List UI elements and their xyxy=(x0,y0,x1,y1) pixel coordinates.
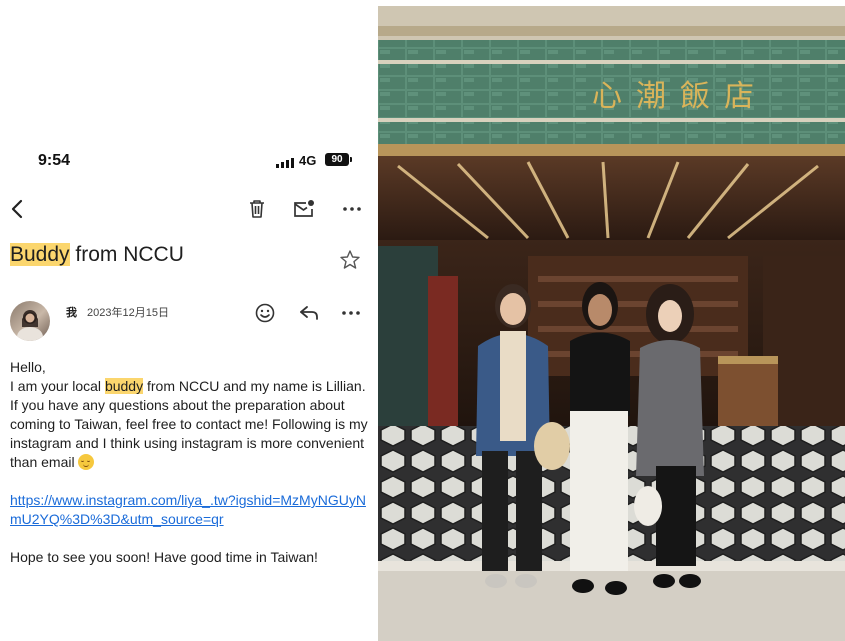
sender-avatar[interactable] xyxy=(10,301,50,341)
message-more-icon[interactable] xyxy=(338,300,364,326)
back-icon[interactable] xyxy=(6,192,28,226)
instagram-link[interactable]: https://www.instagram.com/liya_.tw?igshi… xyxy=(10,492,366,527)
subject-text: from NCCU xyxy=(69,243,184,266)
subject-highlight: Buddy xyxy=(10,243,70,266)
battery-tip xyxy=(350,157,352,162)
smiling-face-icon xyxy=(78,454,95,470)
star-icon[interactable] xyxy=(340,250,360,274)
more-icon[interactable] xyxy=(340,192,364,226)
restaurant-photo: 心潮飯店 xyxy=(378,6,845,641)
email-screen: 9:54 4G 90 Buddy from NCCU 我 2023年12月15日 xyxy=(0,0,372,641)
body-text: I am your local xyxy=(10,378,105,394)
greeting: Hello, xyxy=(10,359,46,375)
reply-icon[interactable] xyxy=(296,300,322,326)
mark-unread-icon[interactable] xyxy=(290,192,318,226)
status-time: 9:54 xyxy=(38,152,71,169)
email-date: 2023年12月15日 xyxy=(87,307,169,319)
email-body: Hello, I am your local buddy from NCCU a… xyxy=(10,358,368,567)
emoji-react-icon[interactable] xyxy=(252,300,278,326)
body-highlight: buddy xyxy=(104,378,144,394)
instagram-link-paragraph: https://www.instagram.com/liya_.tw?igshi… xyxy=(10,491,368,529)
body-paragraph-2: If you have any questions about the prep… xyxy=(10,396,368,472)
sender-name: 我 xyxy=(66,307,77,319)
signal-icon xyxy=(276,158,294,168)
restaurant-sign: 心潮飯店 xyxy=(592,79,768,114)
battery-icon: 90 xyxy=(325,153,349,166)
email-toolbar xyxy=(0,192,372,226)
network-type: 4G xyxy=(299,153,317,168)
body-paragraph-1: I am your local buddy from NCCU and my n… xyxy=(10,377,368,396)
email-subject: Buddy from NCCU xyxy=(10,243,184,267)
status-bar: 9:54 4G 90 xyxy=(0,150,372,172)
body-text: If you have any questions about the prep… xyxy=(10,397,368,470)
closing-text: Hope to see you soon! Have good time in … xyxy=(10,549,318,565)
body-text: from NCCU and my name is Lillian. xyxy=(143,378,366,394)
delete-icon[interactable] xyxy=(244,192,270,226)
